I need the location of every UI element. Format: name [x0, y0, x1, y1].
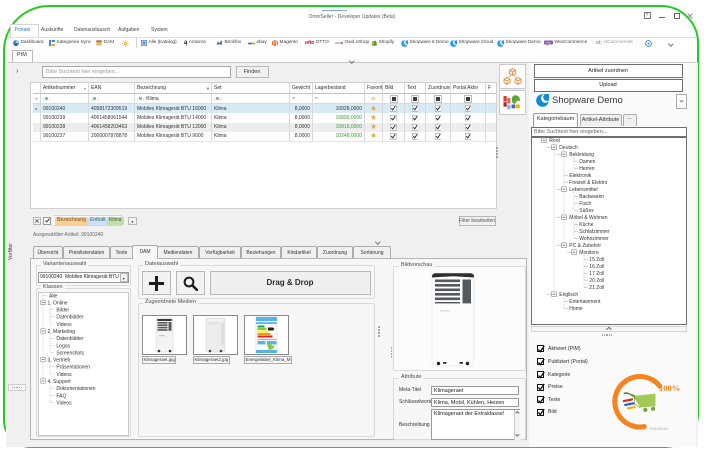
- svg-text:Englisch: Englisch: [559, 292, 578, 298]
- svg-text:Entertainment: Entertainment: [569, 299, 601, 305]
- svg-text:Alle: Alle: [49, 293, 58, 299]
- svg-text:Root: Root: [549, 138, 560, 144]
- svg-text:Bilder: Bilder: [56, 307, 69, 313]
- svg-text:Bekleidung: Bekleidung: [569, 152, 594, 158]
- svg-text:Videos: Videos: [56, 400, 72, 406]
- svg-text:PC & Zubehör: PC & Zubehör: [569, 243, 601, 249]
- svg-text:2. Marketing: 2. Marketing: [48, 329, 76, 335]
- svg-text:Süßes: Süßes: [579, 208, 594, 214]
- svg-text:Screenshots: Screenshots: [56, 350, 84, 356]
- svg-text:20 Zoll: 20 Zoll: [589, 278, 604, 284]
- svg-text:Datenblätter: Datenblätter: [56, 314, 84, 320]
- svg-text:Fisch: Fisch: [579, 201, 591, 207]
- svg-text:FAQ: FAQ: [56, 393, 66, 399]
- svg-text:Möbel & Wohnen: Möbel & Wohnen: [569, 215, 607, 221]
- svg-text:Damen: Damen: [579, 159, 595, 165]
- svg-text:Küche: Küche: [579, 222, 593, 228]
- svg-text:Dokumentationen: Dokumentationen: [56, 386, 95, 392]
- svg-text:Videos: Videos: [56, 371, 72, 377]
- svg-text:Videos: Videos: [56, 321, 72, 327]
- svg-text:Backwaren: Backwaren: [579, 194, 604, 200]
- svg-text:3. Vertrieb: 3. Vertrieb: [48, 357, 71, 363]
- svg-text:Woo: Woo: [546, 41, 552, 45]
- svg-text:comfee: comfee: [440, 309, 450, 313]
- svg-text:15 Zoll: 15 Zoll: [589, 257, 604, 263]
- svg-text:17 Zoll: 17 Zoll: [589, 271, 604, 277]
- svg-text:Freizeit & Elektro: Freizeit & Elektro: [569, 180, 607, 186]
- svg-text:Schlafzimmer: Schlafzimmer: [579, 229, 610, 235]
- svg-text:Präsentationen: Präsentationen: [56, 364, 90, 370]
- svg-text:Elektronik: Elektronik: [569, 173, 591, 179]
- svg-text:Herren: Herren: [579, 166, 595, 172]
- svg-text:Wohnzimmer: Wohnzimmer: [579, 236, 609, 242]
- svg-text:1. Online: 1. Online: [48, 300, 68, 306]
- svg-text:Monitore: Monitore: [579, 250, 599, 256]
- svg-text:21 Zoll: 21 Zoll: [589, 285, 604, 291]
- svg-text:Deutsch: Deutsch: [559, 145, 578, 151]
- svg-text:Logos: Logos: [56, 343, 70, 349]
- svg-text:Datenblätter: Datenblätter: [56, 336, 84, 342]
- svg-text:Home: Home: [569, 306, 583, 312]
- svg-text:Lebensmittel: Lebensmittel: [569, 187, 597, 193]
- svg-text:4. Support: 4. Support: [48, 379, 72, 385]
- svg-text:16 Zoll: 16 Zoll: [589, 264, 604, 270]
